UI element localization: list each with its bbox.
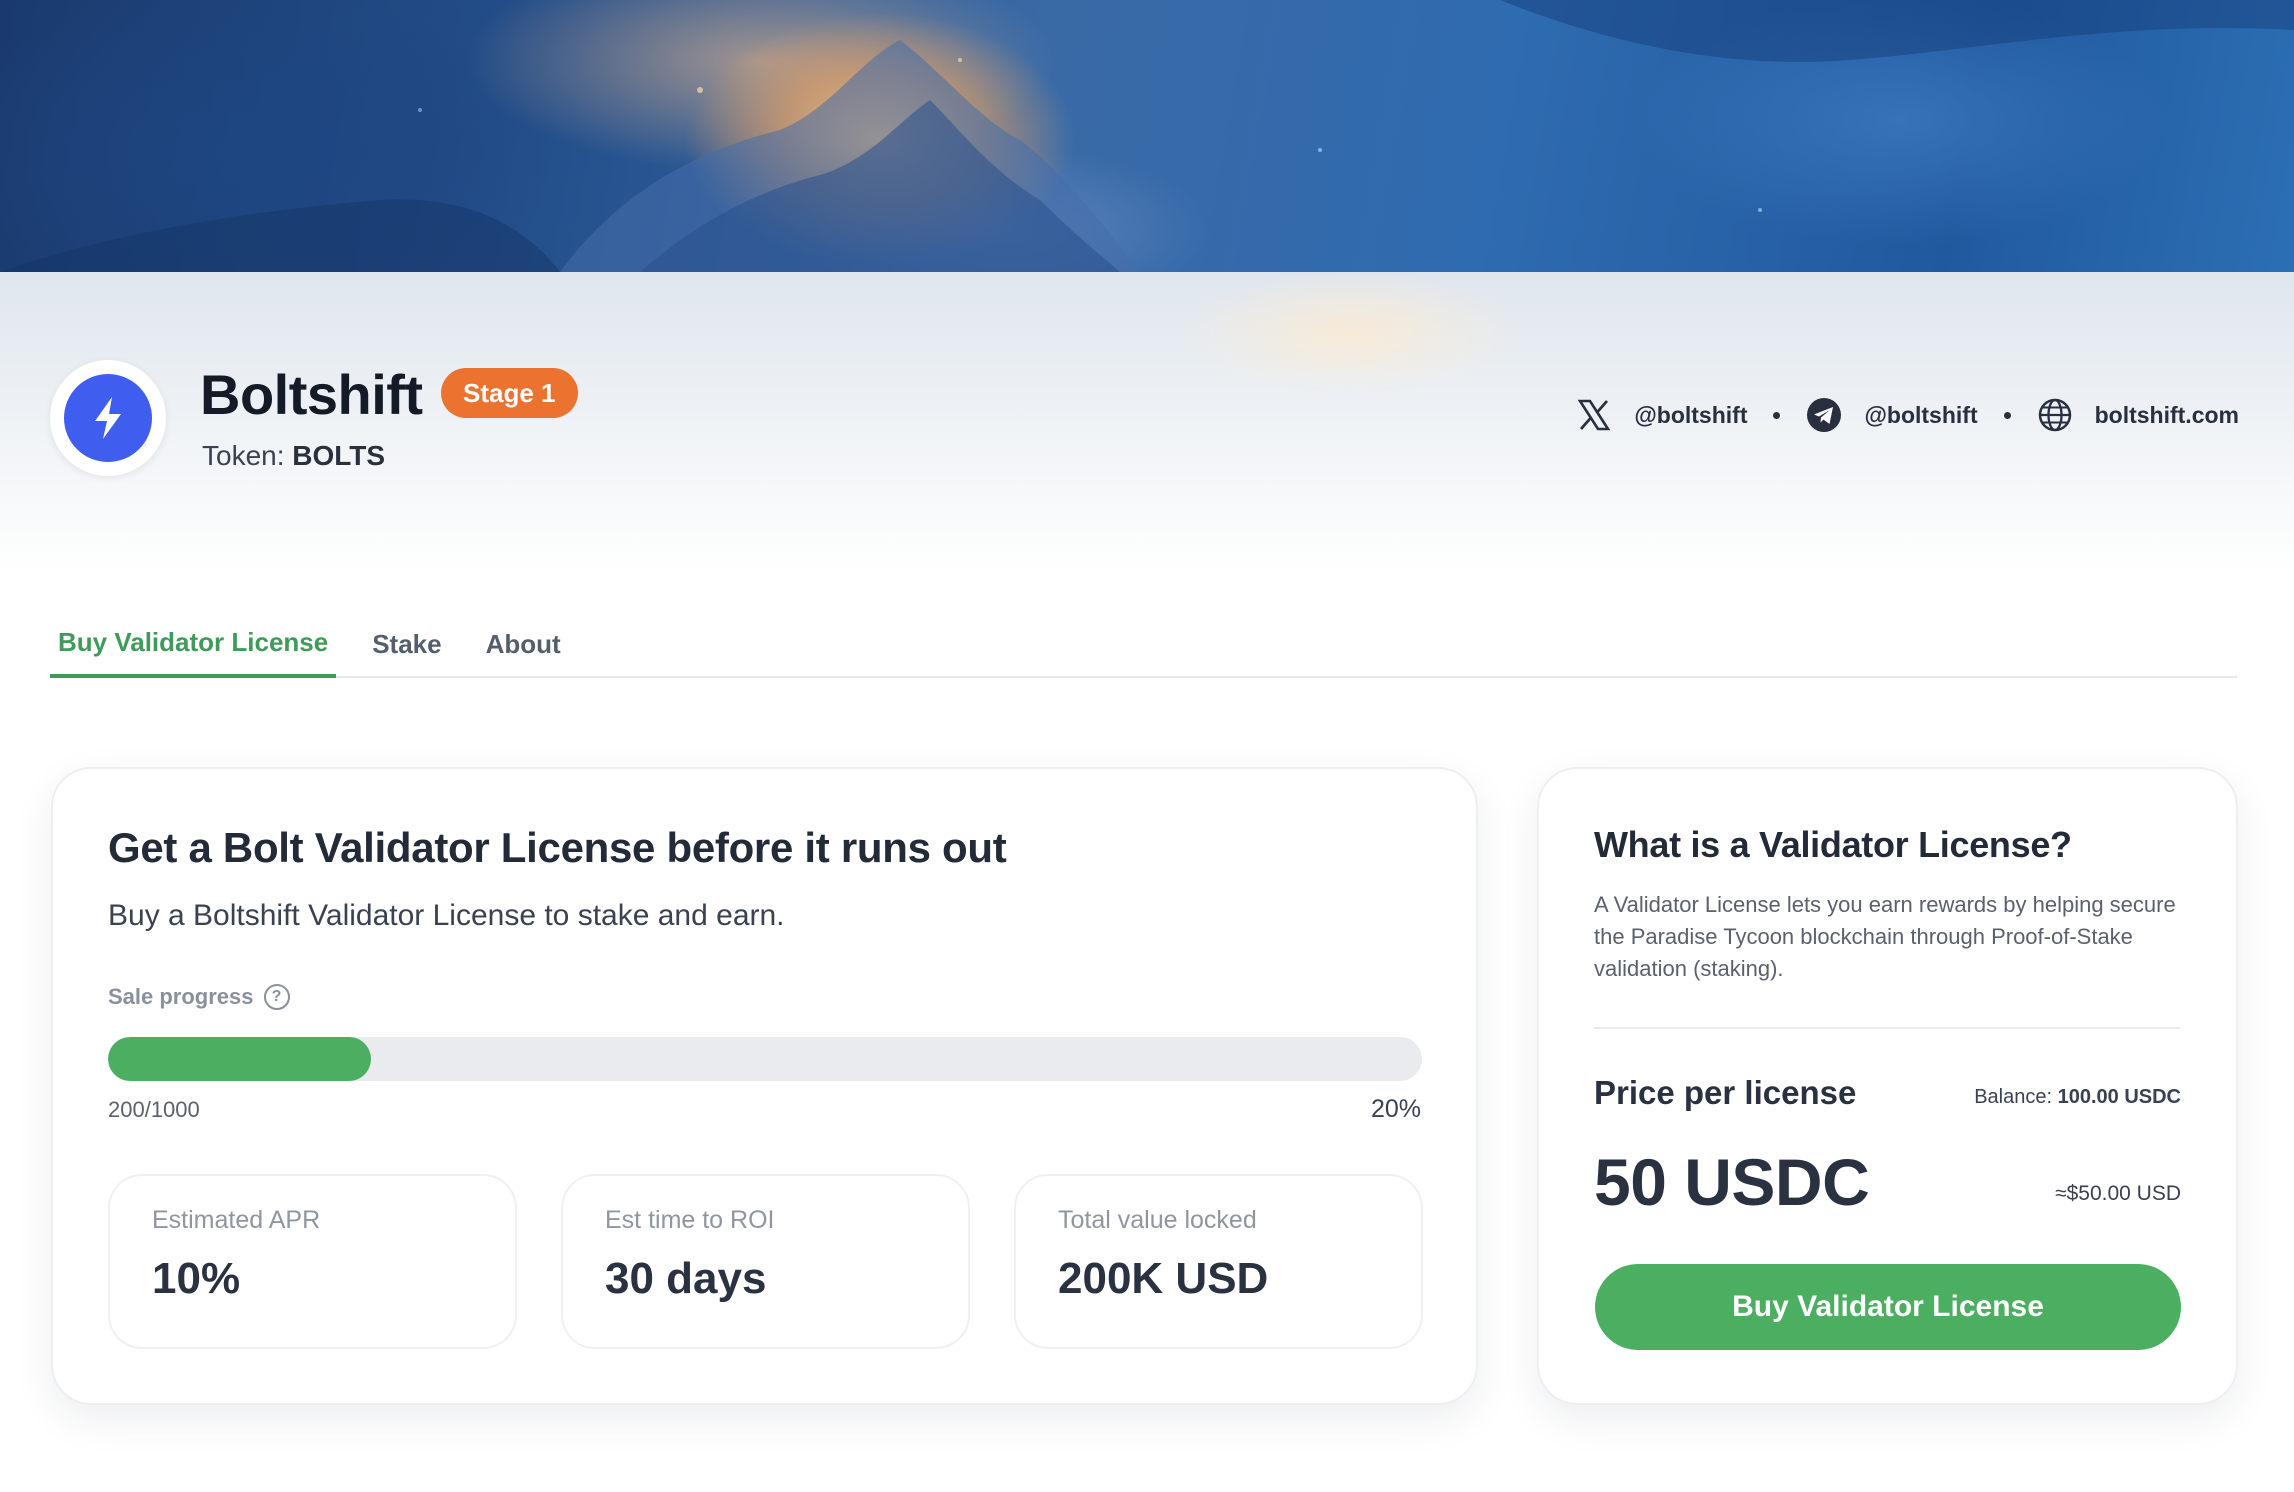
sale-progress-label: Sale progress ? [108, 984, 290, 1010]
stat-label: Est time to ROI [605, 1206, 775, 1234]
sale-progress-text: Sale progress [108, 984, 254, 1009]
stat-card-roi: Est time to ROI 30 days [561, 1174, 970, 1349]
stat-label: Estimated APR [152, 1206, 321, 1234]
social-link-x[interactable]: @boltshift [1576, 397, 1747, 433]
help-circle-icon[interactable]: ? [263, 984, 290, 1010]
telegram-icon [1806, 397, 1842, 433]
sale-progress-percent: 20% [1370, 1095, 1421, 1123]
separator-dot [1773, 411, 1781, 419]
token-prefix: Token: [202, 440, 293, 471]
social-links: @boltshift @boltshift boltshift.com [1576, 397, 2239, 433]
license-price-usd: ≈$50.00 USD [2055, 1182, 2181, 1205]
sale-progress-count: 200/1000 [108, 1097, 200, 1122]
page: Boltshift Stage 1 Token: BOLTS @boltshif… [0, 0, 2294, 1492]
sale-title: Get a Bolt Validator License before it r… [108, 824, 1007, 871]
license-description: A Validator License lets you earn reward… [1594, 892, 2176, 981]
sale-card: Get a Bolt Validator License before it r… [51, 767, 1478, 1405]
wallet-balance: Balance: 100.00 USDC [1974, 1086, 2181, 1109]
social-link-website[interactable]: boltshift.com [2037, 397, 2239, 433]
license-title: What is a Validator License? [1594, 824, 2072, 865]
cover-banner [0, 0, 2294, 272]
globe-icon [2037, 397, 2073, 433]
sale-progress-fill [108, 1037, 371, 1081]
stat-label: Total value locked [1058, 1206, 1257, 1234]
x-logo-icon [1576, 397, 1612, 433]
tab-buy-validator-license[interactable]: Buy Validator License [50, 610, 337, 678]
separator-dot [2003, 411, 2011, 419]
social-label-website: boltshift.com [2094, 401, 2239, 428]
tab-stake[interactable]: Stake [364, 610, 449, 678]
stat-value: 30 days [605, 1254, 767, 1303]
sale-progress-bar [108, 1037, 1422, 1081]
social-label-telegram: @boltshift [1864, 401, 1978, 428]
tab-bar: Buy Validator License Stake About [50, 610, 2237, 678]
balance-value: 100.00 USDC [2057, 1086, 2181, 1108]
token-line: Token: BOLTS [202, 440, 385, 472]
social-label-x: @boltshift [1634, 401, 1748, 428]
divider [1594, 1027, 2180, 1029]
project-name: Boltshift [200, 363, 423, 426]
stage-badge: Stage 1 [441, 368, 578, 418]
sale-subtitle: Buy a Boltshift Validator License to sta… [108, 899, 785, 932]
banner-texture [0, 0, 2294, 272]
buy-validator-license-button[interactable]: Buy Validator License [1595, 1264, 2181, 1350]
stat-value: 200K USD [1058, 1254, 1269, 1303]
social-link-telegram[interactable]: @boltshift [1806, 397, 1978, 433]
balance-label: Balance: [1974, 1086, 2058, 1108]
stat-card-tvl: Total value locked 200K USD [1014, 1174, 1423, 1349]
token-symbol: BOLTS [292, 440, 386, 471]
project-logo [50, 360, 166, 476]
license-price: 50 USDC [1594, 1145, 1870, 1219]
lightning-bolt-icon [64, 374, 152, 462]
price-label: Price per license [1594, 1074, 1857, 1111]
stat-card-apr: Estimated APR 10% [108, 1174, 517, 1349]
stat-value: 10% [152, 1254, 241, 1303]
license-card: What is a Validator License? A Validator… [1537, 767, 2238, 1405]
tab-about[interactable]: About [478, 610, 569, 678]
